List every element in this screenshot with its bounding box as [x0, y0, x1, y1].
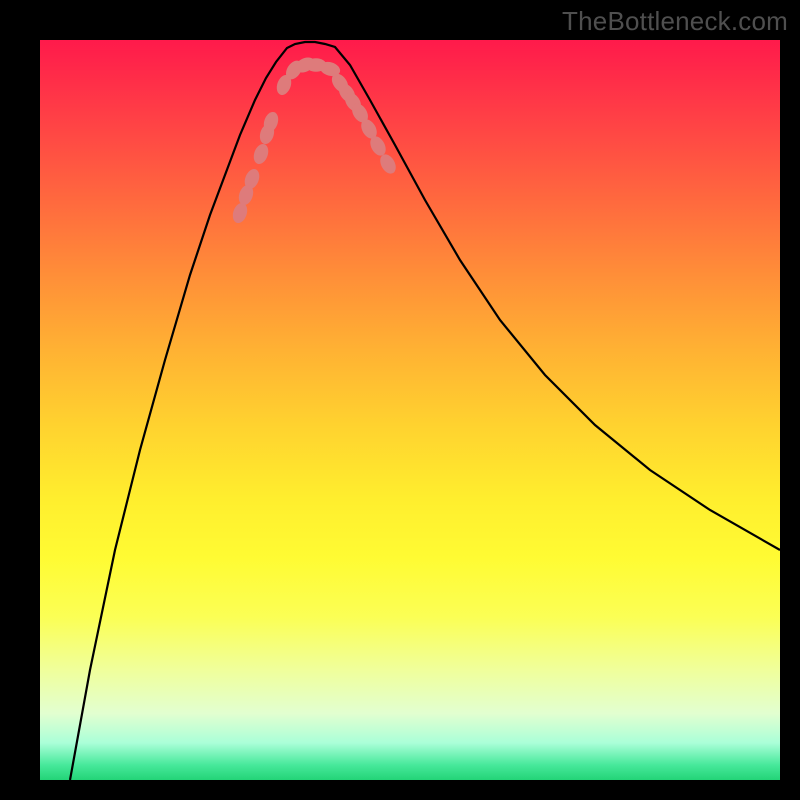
- watermark-label: TheBottleneck.com: [562, 6, 788, 37]
- marker-point: [230, 201, 249, 225]
- plot-area: [40, 40, 780, 780]
- chart-frame: TheBottleneck.com: [0, 0, 800, 800]
- marker-group: [230, 55, 399, 225]
- curve-svg: [40, 40, 780, 780]
- marker-point: [251, 142, 271, 166]
- bottleneck-curve: [70, 42, 780, 780]
